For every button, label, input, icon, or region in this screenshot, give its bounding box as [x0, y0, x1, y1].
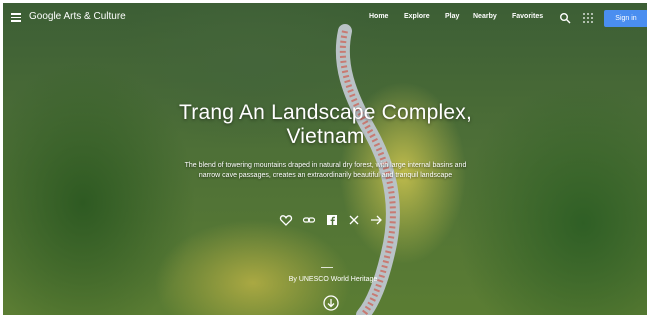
x-icon[interactable]	[347, 213, 361, 227]
search-icon[interactable]	[559, 12, 571, 24]
action-bar	[275, 213, 385, 227]
page-title: Trang An Landscape Complex, Vietnam	[163, 101, 488, 149]
nav-nearby[interactable]: Nearby	[473, 13, 497, 20]
sign-in-button[interactable]: Sign in	[604, 10, 647, 27]
menu-icon[interactable]	[11, 13, 21, 22]
hero-description: The blend of towering mountains draped i…	[153, 161, 498, 181]
top-bar: Google Arts & Culture Home Explore Play …	[3, 3, 647, 33]
apps-icon[interactable]	[583, 13, 593, 23]
title-line-1: Trang An Landscape Complex,	[179, 101, 472, 124]
divider	[321, 267, 333, 268]
facebook-icon[interactable]	[325, 213, 339, 227]
nav-explore[interactable]: Explore	[404, 13, 430, 20]
brand-logo[interactable]: Google Arts & Culture	[29, 11, 126, 22]
credit-link[interactable]: By UNESCO World Heritage	[273, 276, 393, 283]
nav-favorites[interactable]: Favorites	[512, 13, 543, 20]
nav-home[interactable]: Home	[369, 13, 388, 20]
page: Google Arts & Culture Home Explore Play …	[3, 3, 647, 315]
link-icon[interactable]	[302, 213, 316, 227]
heart-icon[interactable]	[279, 213, 293, 227]
river-path	[335, 24, 400, 315]
down-arrow-icon[interactable]	[323, 295, 339, 311]
share-icon[interactable]	[369, 213, 383, 227]
description-line-2: narrow cave passages, creates an extraor…	[198, 172, 453, 179]
description-line-1: The blend of towering mountains draped i…	[184, 162, 467, 169]
title-line-2: Vietnam	[286, 125, 365, 148]
nav-play[interactable]: Play	[445, 13, 459, 20]
